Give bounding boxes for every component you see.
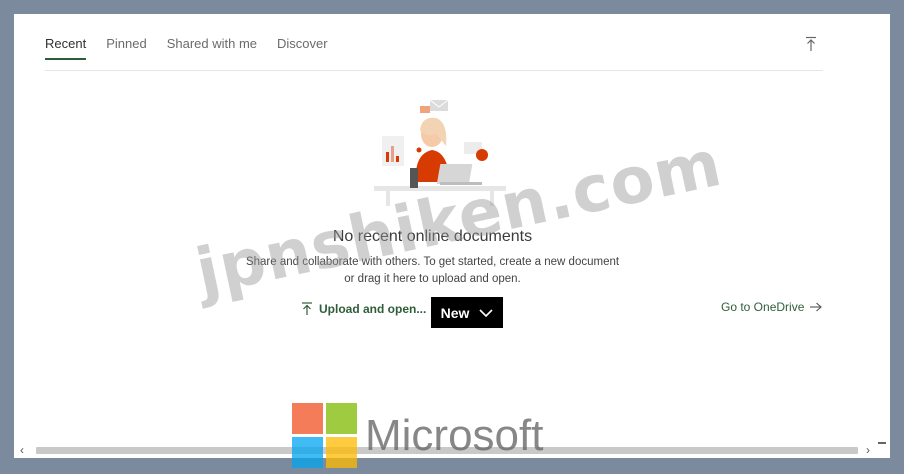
new-label: New [440,304,470,321]
chevron-left-icon[interactable]: ‹ [20,443,24,457]
empty-state-title: No recent online documents [332,228,533,245]
logo-square-red [292,403,323,434]
go-to-onedrive-link[interactable]: Go to OneDrive [721,300,823,314]
chevron-down-icon [479,308,493,317]
upload-arrow-icon [302,302,312,315]
tab-pinned[interactable]: Pinned [106,36,146,60]
tab-discover[interactable]: Discover [277,36,328,60]
logo-square-green [326,403,357,434]
empty-state-desc-line2: or drag it here to upload and open. [344,273,521,285]
empty-state-illustration [356,98,508,206]
logo-square-blue [292,437,323,468]
arrow-right-icon [810,302,823,312]
empty-state-desc-line1: Share and collaborate with others. To ge… [245,256,620,268]
onedrive-label: Go to OneDrive [721,300,805,314]
vertical-scrollbar-marker[interactable] [878,442,886,444]
new-document-button[interactable]: New [431,297,503,328]
upload-arrow-icon[interactable] [804,36,818,52]
chevron-right-icon[interactable]: › [866,443,870,457]
office-home-panel: Recent Pinned Shared with me Discover No… [14,14,890,458]
tab-recent[interactable]: Recent [45,36,87,60]
logo-square-yellow [326,437,357,468]
microsoft-wordmark: Microsoft [365,410,544,460]
microsoft-logo: Microsoft [292,403,543,468]
upload-and-open-button[interactable]: Upload and open... [301,302,426,316]
empty-state-description: Share and collaborate with others. To ge… [14,254,851,288]
tab-shared-with-me[interactable]: Shared with me [167,36,257,60]
upload-label: Upload and open... [319,302,427,316]
document-tabs: Recent Pinned Shared with me Discover [45,36,328,60]
microsoft-logo-grid [292,403,357,468]
tabs-divider [45,70,823,71]
